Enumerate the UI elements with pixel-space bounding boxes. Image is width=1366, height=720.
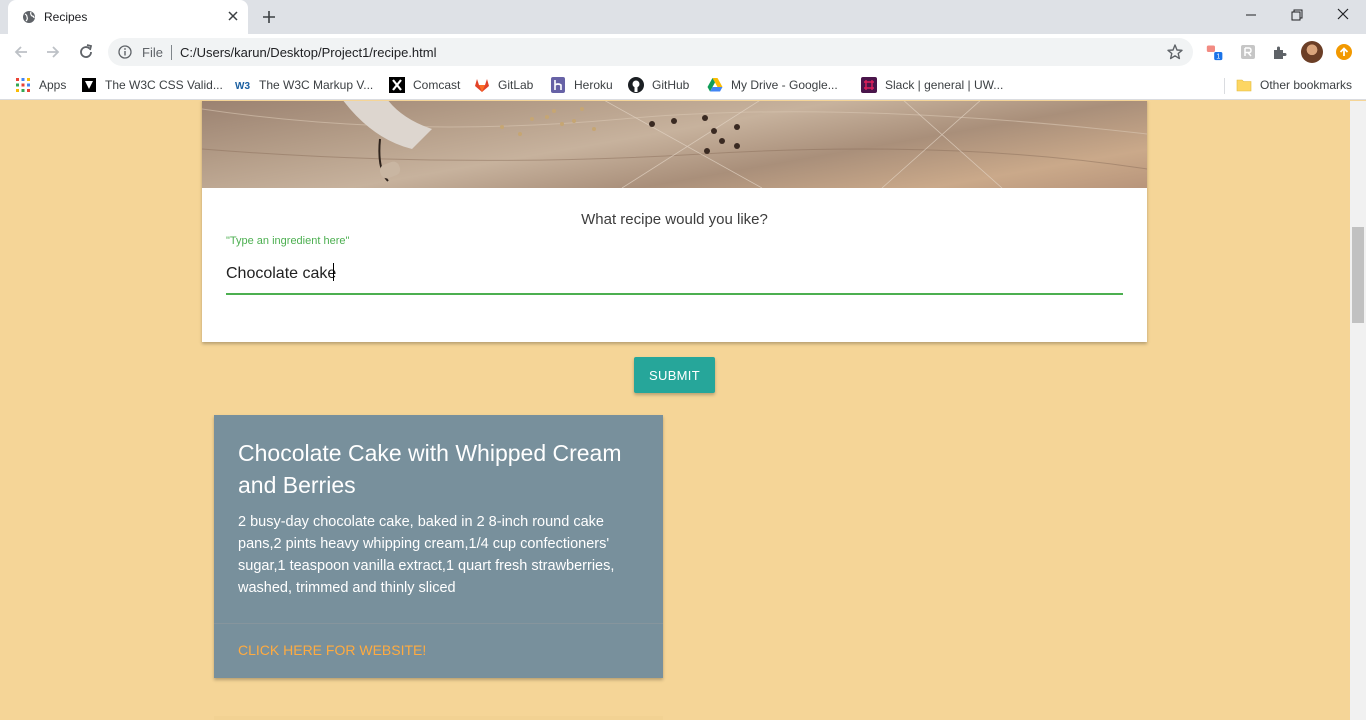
heroku-icon [551, 77, 565, 93]
svg-text:W3: W3 [235, 81, 250, 92]
globe-icon [23, 11, 35, 23]
update-icon[interactable] [1335, 43, 1353, 61]
bookmark-label: Apps [39, 78, 67, 92]
close-tab-icon[interactable] [224, 7, 242, 25]
info-icon[interactable] [118, 45, 132, 59]
bookmark-w3c-markup[interactable]: W3 The W3C Markup V... [235, 76, 373, 94]
bookmark-label: Other bookmarks [1260, 78, 1353, 92]
bookmarks-separator [1224, 78, 1225, 94]
ingredient-input[interactable] [226, 255, 1123, 295]
w3c-css-icon [82, 78, 96, 92]
banner-decoration [202, 101, 1147, 188]
page-scrollbar[interactable] [1350, 101, 1366, 720]
address-bar[interactable]: File C:/Users/karun/Desktop/Project1/rec… [108, 38, 1193, 66]
url-text[interactable]: C:/Users/karun/Desktop/Project1/recipe.h… [180, 45, 436, 60]
forward-icon[interactable] [44, 43, 62, 61]
w3c-markup-icon: W3 [235, 81, 250, 92]
close-window-icon[interactable] [1332, 6, 1354, 24]
recipe-card: Chocolate Cake with Whipped Cream and Be… [214, 415, 663, 678]
comcast-icon [389, 77, 405, 93]
browser-toolbar: File C:/Users/karun/Desktop/Project1/rec… [0, 34, 1366, 70]
google-drive-icon [707, 78, 723, 92]
recipe-website-link[interactable]: CLICK HERE FOR WEBSITE! [238, 642, 426, 658]
address-separator [171, 45, 172, 60]
page-viewport: What recipe would you like? "Type an ing… [0, 101, 1350, 720]
back-icon[interactable] [12, 43, 30, 61]
bookmark-label: Comcast [413, 78, 461, 92]
gitlab-icon [475, 79, 489, 92]
minimize-icon[interactable] [1240, 6, 1262, 24]
bookmark-label: GitHub [652, 78, 690, 92]
new-tab-icon[interactable] [260, 8, 278, 26]
extension-badge-icon[interactable]: 1 [1206, 43, 1224, 61]
bookmark-comcast[interactable]: Comcast [389, 76, 460, 94]
recipe-ingredients: 2 busy-day chocolate cake, baked in 2 8-… [238, 514, 615, 596]
bookmark-label: Heroku [574, 78, 613, 92]
bookmarks-bar: Apps The W3C CSS Valid... W3 The W3C Mar… [0, 70, 1366, 100]
bookmark-label: The W3C Markup V... [259, 78, 374, 92]
folder-icon [1236, 79, 1252, 92]
puzzle-extensions-icon[interactable] [1271, 43, 1289, 61]
profile-avatar[interactable] [1301, 41, 1323, 63]
bookmark-gitlab[interactable]: GitLab [474, 76, 533, 94]
github-icon [628, 77, 644, 93]
text-caret [333, 263, 334, 281]
restore-icon[interactable] [1286, 6, 1308, 24]
bookmark-slack[interactable]: Slack | general | UW... [861, 76, 1003, 94]
bookmark-heroku[interactable]: Heroku [550, 76, 613, 94]
bookmark-label: Slack | general | UW... [885, 78, 1004, 92]
submit-button[interactable]: SUBMIT [634, 357, 715, 393]
reader-extension-icon[interactable] [1239, 43, 1257, 61]
scheme-label: File [142, 45, 163, 60]
bookmark-label: My Drive - Google... [731, 78, 838, 92]
recipe-title: Chocolate Cake with Whipped Cream and Be… [238, 440, 622, 498]
tab-strip: Recipes [0, 0, 1366, 34]
reload-icon[interactable] [77, 43, 95, 61]
bookmark-github[interactable]: GitHub [628, 76, 689, 94]
tab-title: Recipes [44, 10, 88, 24]
bookmark-other[interactable]: Other bookmarks [1236, 76, 1352, 94]
apps-grid-icon [16, 78, 30, 92]
bookmark-apps[interactable]: Apps [15, 76, 66, 94]
next-recipe-card-edge [214, 716, 663, 720]
bookmark-star-icon[interactable] [1166, 43, 1184, 61]
spice-banner-image [202, 101, 1147, 188]
card-divider [214, 623, 663, 624]
bookmark-label: The W3C CSS Valid... [105, 78, 223, 92]
search-card: What recipe would you like? "Type an ing… [202, 101, 1147, 342]
ingredient-field-label: "Type an ingredient here" [226, 235, 350, 247]
browser-tab[interactable]: Recipes [8, 0, 248, 34]
scrollbar-thumb[interactable] [1352, 227, 1364, 323]
bookmark-google-drive[interactable]: My Drive - Google... [707, 76, 838, 94]
slack-icon [861, 77, 877, 93]
bookmark-label: GitLab [498, 78, 534, 92]
bookmark-w3c-css[interactable]: The W3C CSS Valid... [81, 76, 223, 94]
extension-badge-count: 1 [1216, 52, 1220, 61]
recipe-prompt: What recipe would you like? [581, 211, 768, 228]
